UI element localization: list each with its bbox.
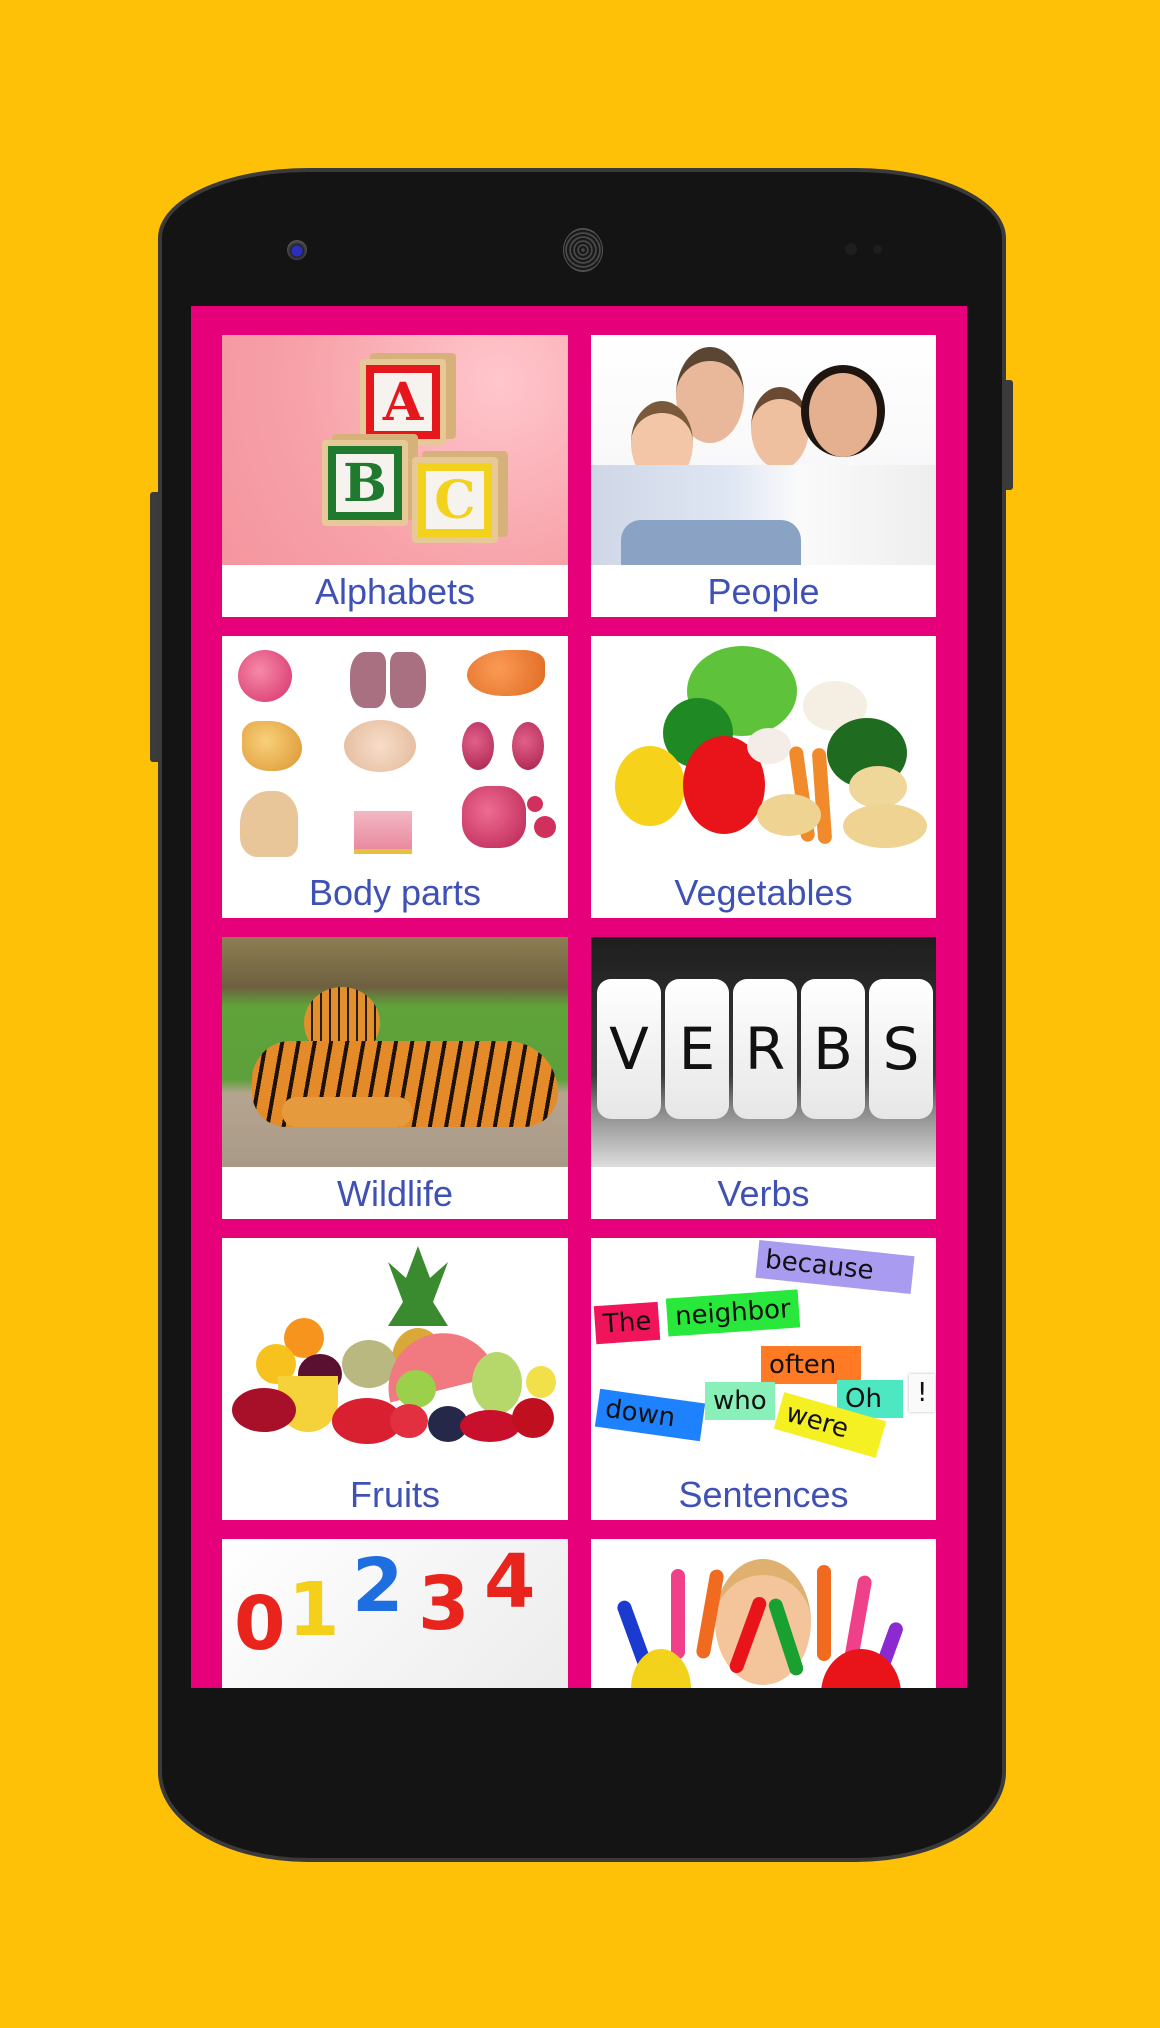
category-card-body-parts[interactable]: Body parts	[222, 636, 568, 918]
word-card: neighbor	[665, 1289, 800, 1337]
mother-head	[801, 365, 885, 457]
category-label: Verbs	[717, 1173, 810, 1214]
stomach-icon	[242, 721, 302, 771]
word-card: because	[755, 1239, 915, 1295]
lung-right-icon	[390, 652, 426, 708]
block-a: A	[360, 359, 446, 445]
numbers-image: 0 1 2 3 4	[222, 1539, 568, 1688]
raspberries	[460, 1410, 520, 1442]
onion	[747, 728, 791, 764]
number-magnet: 1	[288, 1567, 340, 1653]
body-parts-image	[222, 636, 568, 866]
blood-vessel-icon	[462, 786, 526, 848]
word-card: The	[593, 1301, 661, 1345]
category-label: People	[707, 571, 820, 612]
lung-left-icon	[350, 652, 386, 708]
category-label: Fruits	[350, 1474, 440, 1515]
jeans	[621, 520, 801, 565]
category-card-numbers[interactable]: 0 1 2 3 4	[222, 1539, 568, 1688]
pear	[526, 1366, 556, 1398]
potato	[757, 794, 821, 836]
potato	[849, 766, 907, 808]
front-camera-icon	[287, 240, 307, 260]
vegetables-image	[591, 636, 936, 866]
brain-icon	[344, 720, 416, 772]
finger-orange	[817, 1565, 831, 1661]
apple-green	[396, 1370, 436, 1408]
block-c: C	[412, 457, 498, 543]
heart-icon	[238, 650, 292, 702]
light-sensor-icon	[873, 245, 882, 254]
letter-tile: R	[733, 979, 797, 1119]
word-card: !	[909, 1374, 936, 1412]
blood-cell-icon	[527, 796, 543, 812]
finger-pink	[671, 1569, 685, 1659]
cherries	[232, 1388, 296, 1432]
category-label: Vegetables	[674, 872, 853, 913]
letter-tile: V	[597, 979, 661, 1119]
colors-image	[591, 1539, 936, 1688]
head-anatomy-icon	[240, 791, 298, 857]
pineapple-leaves	[388, 1246, 448, 1326]
earpiece-speaker-icon	[563, 228, 603, 272]
category-card-colors[interactable]	[591, 1539, 936, 1688]
category-label: Wildlife	[336, 1173, 453, 1214]
category-card-alphabets[interactable]: A B C Alphabets	[222, 335, 568, 617]
number-magnet: 4	[484, 1539, 536, 1625]
verbs-image: V E R B S	[591, 937, 936, 1167]
category-grid: A B C Alphabets People Body parts Vegeta…	[222, 335, 936, 1688]
alphabets-image: A B C	[222, 335, 568, 565]
yellow-pepper	[615, 746, 685, 826]
wildlife-image	[222, 937, 568, 1167]
sentences-image: because The neighbor often who Oh down w…	[591, 1238, 936, 1468]
block-b: B	[322, 440, 408, 526]
blood-cell-icon	[534, 816, 556, 838]
potato	[843, 804, 927, 848]
kidney-right-icon	[512, 722, 544, 770]
word-card: often	[761, 1346, 861, 1384]
number-magnet: 3	[418, 1561, 470, 1647]
category-label: Alphabets	[314, 571, 476, 612]
category-card-wildlife[interactable]: Wildlife	[222, 937, 568, 1219]
fruits-image	[222, 1238, 568, 1468]
kidney-left-icon	[462, 722, 494, 770]
letter-tile: B	[801, 979, 865, 1119]
grapes	[472, 1352, 522, 1414]
liver-icon	[467, 650, 545, 696]
word-card: who	[705, 1382, 775, 1420]
people-image	[591, 335, 936, 565]
number-magnet: 2	[352, 1543, 404, 1629]
category-card-sentences[interactable]: because The neighbor often who Oh down w…	[591, 1238, 936, 1520]
word-card: down	[594, 1388, 706, 1442]
girl-head	[751, 387, 809, 469]
skin-icon	[354, 804, 412, 854]
category-card-verbs[interactable]: V E R B S Verbs	[591, 937, 936, 1219]
app-screen[interactable]: A B C Alphabets People Body parts Vegeta…	[191, 306, 967, 1688]
proximity-sensor-icon	[845, 243, 857, 255]
category-label: Sentences	[678, 1474, 849, 1515]
apple-red	[390, 1404, 428, 1438]
category-card-fruits[interactable]: Fruits	[222, 1238, 568, 1520]
tiger-paw	[282, 1097, 412, 1127]
number-magnet: 0	[234, 1581, 286, 1667]
letter-tile: S	[869, 979, 933, 1119]
apple-red	[512, 1398, 554, 1438]
letter-tile: E	[665, 979, 729, 1119]
category-card-vegetables[interactable]: Vegetables	[591, 636, 936, 918]
category-label: Body parts	[308, 872, 482, 913]
category-card-people[interactable]: People	[591, 335, 936, 617]
